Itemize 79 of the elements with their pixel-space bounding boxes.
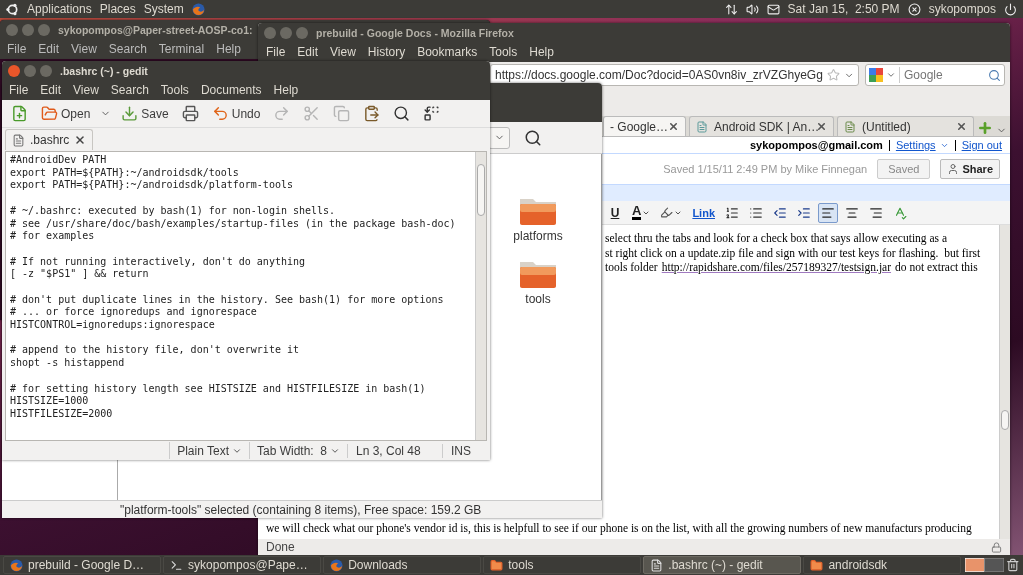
menu-item[interactable]: Help (529, 45, 554, 59)
saved-info: Saved 1/15/11 2:49 PM by Mike Finnegan (663, 163, 868, 175)
menu-item[interactable]: Search (110, 83, 149, 97)
menu-item[interactable]: Help (273, 83, 299, 97)
menu-item[interactable]: View (73, 83, 99, 97)
menu-item[interactable]: Bookmarks (417, 45, 478, 59)
window-title: prebuild - Google Docs - Mozilla Firefox (316, 26, 514, 39)
taskbar-item[interactable]: tools (483, 556, 642, 574)
document-text: select thru the tabs and look for a check box that says allow executing as a (605, 231, 947, 246)
code-line: HISTFILESIZE=2000 (10, 408, 114, 421)
browser-tab[interactable]: (Untitled) (837, 116, 974, 136)
taskbar-item[interactable]: .bashrc (~) - gedit (643, 556, 802, 574)
link-button[interactable]: Link (689, 202, 718, 223)
menu-item[interactable]: File (266, 45, 286, 59)
window-title: sykopompos@Paper-street-AOSP-co1: (58, 23, 253, 36)
browser-tab[interactable]: Android SDK | An… (689, 116, 834, 136)
menu-item[interactable]: Tools (489, 45, 518, 59)
text-color-button[interactable]: A (629, 202, 654, 223)
code-line: #AndroidDev PATH (10, 154, 108, 167)
folder-label[interactable]: tools (525, 292, 551, 306)
document-link[interactable]: http://rapidshare.com/files/257189327/testsign.jar (661, 260, 892, 275)
address-bar[interactable]: https://docs.google.com/Doc?docid=0AS0vn8iv_zrVZGhyeGg (490, 64, 859, 86)
undo-button[interactable]: Undo (208, 103, 264, 124)
code-line: export PATH=${PATH}:~/androidsdk/platform-tools (10, 179, 294, 193)
code-line: HISTCONTROL=ignoredups:ignorespace (10, 319, 216, 332)
code-line: shopt -s histappend (10, 357, 126, 370)
status-text: Done (266, 540, 295, 554)
user-name[interactable]: sykopompos (928, 2, 996, 16)
menu-item[interactable]: File (7, 42, 27, 56)
cursor-position: Ln 3, Col 48 (347, 443, 442, 458)
menu-item[interactable]: Help (216, 42, 241, 56)
document-text: do not extract this (895, 260, 978, 275)
menu-item[interactable]: Edit (297, 45, 319, 59)
code-line: # append to the history file, don't overwrite it (10, 344, 300, 358)
browser-tab[interactable]: - Google… (603, 116, 686, 136)
document-text: tools folder (605, 260, 658, 275)
menu-item[interactable]: View (330, 45, 356, 59)
menu-item[interactable]: Terminal (158, 42, 205, 56)
settings-link[interactable]: Settings (895, 139, 936, 151)
taskbar-item[interactable]: Downloads (323, 556, 482, 574)
sign-out-link[interactable]: Sign out (961, 139, 1002, 151)
code-line: # see /usr/share/doc/bash/examples/startup-files (in the package bash-doc) (10, 217, 457, 231)
document-tab[interactable]: .bashrc (5, 129, 94, 150)
save-button[interactable]: Save (118, 103, 172, 124)
menu-item[interactable]: File (9, 83, 29, 97)
open-button[interactable]: Open (38, 103, 94, 124)
taskbar-item[interactable]: prebuild - Google D… (3, 556, 162, 574)
code-line: # ... or force ignoredups and ignorespace (10, 306, 258, 320)
code-line: # for examples (10, 230, 96, 243)
menu-item[interactable]: View (71, 42, 97, 56)
menu-item[interactable]: Edit (38, 42, 60, 56)
code-line: HISTSIZE=1000 (10, 395, 90, 408)
taskbar-item[interactable]: androidsdk (803, 556, 962, 574)
search-field[interactable]: Google (865, 64, 1005, 86)
document-text: we will check what our phone's vendor id is, this is helpfull to see if our phone is on the list, with all the growing numbers of new manufacturs producing (265, 520, 973, 537)
panel-menu[interactable]: System (143, 2, 184, 16)
menu-item[interactable]: Edit (40, 83, 62, 97)
insert-mode: INS (442, 443, 490, 458)
code-line: # for setting history length see HISTSIZE and HISTFILESIZE in bash(1) (10, 382, 427, 396)
code-line: [ -z "$PS1" ] && return (10, 268, 150, 281)
menu-item[interactable]: History (367, 45, 406, 59)
panel-menu[interactable]: Places (99, 2, 136, 16)
underline-button[interactable]: U (605, 202, 625, 223)
clock[interactable]: Sat Jan 15, 2:50 PM (787, 2, 900, 16)
window-title: .bashrc (~) - gedit (60, 64, 148, 77)
share-button[interactable]: Share (940, 159, 1000, 179)
menu-item[interactable]: Search (108, 42, 147, 56)
menu-item[interactable]: Documents (200, 83, 262, 97)
status-text: "platform-tools" selected (containing 8 items), Free space: 159.2 GB (120, 502, 482, 517)
taskbar-item[interactable]: sykopompos@Pape… (163, 556, 322, 574)
menu-item[interactable]: Tools (160, 83, 189, 97)
panel-menu[interactable]: Applications (27, 2, 92, 16)
folder-label[interactable]: platforms (513, 229, 563, 243)
code-line: export PATH=${PATH}:~/androidsdk/tools (10, 166, 240, 180)
account-email: sykopompos@gmail.com (749, 139, 883, 151)
code-line: # don't put duplicate lines in the history. See bash(1) for more options (10, 293, 445, 307)
document-text: st right click on a update.zip file and sign with our test keys for flashing. but first (605, 245, 981, 260)
code-line: # If not running interactively, don't do anything (10, 255, 306, 269)
code-line: # ~/.bashrc: executed by bash(1) for non-login shells. (10, 204, 337, 218)
